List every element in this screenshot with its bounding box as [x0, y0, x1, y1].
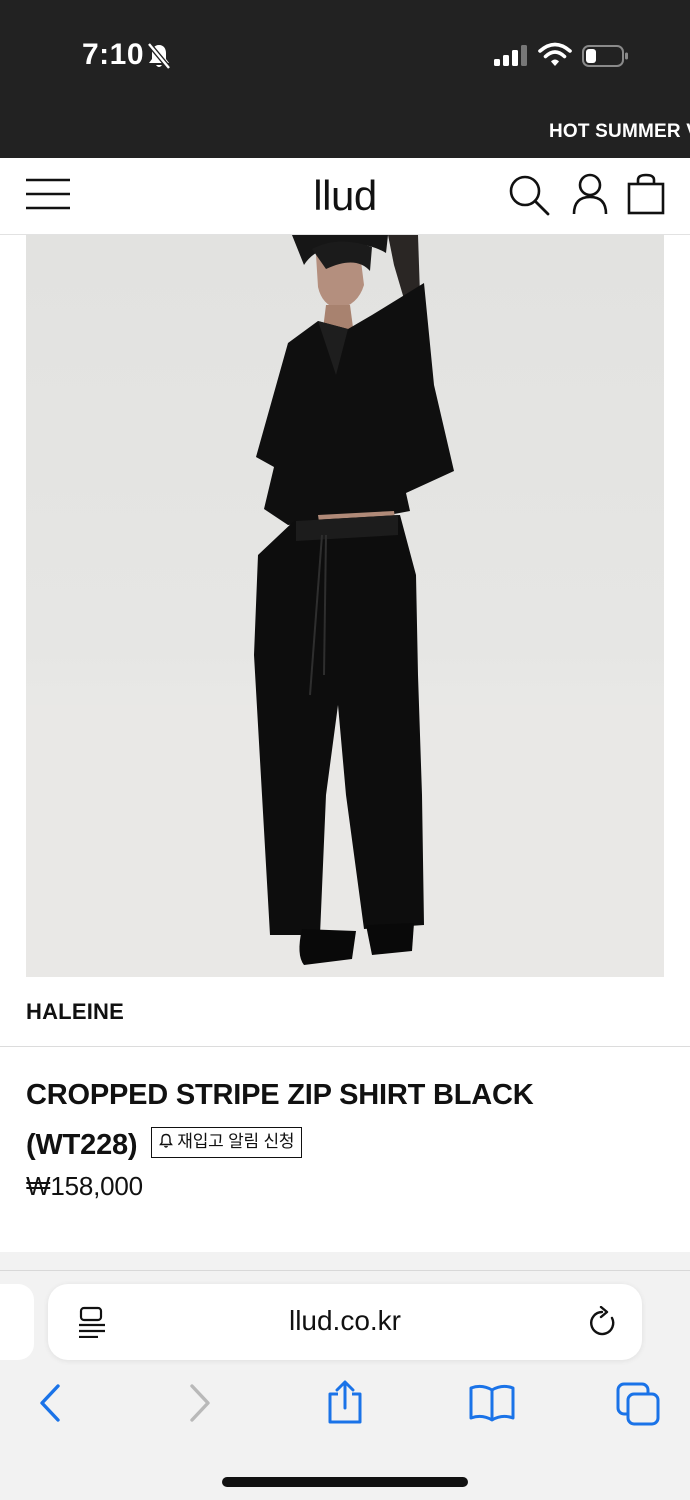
- forward-icon[interactable]: [186, 1380, 214, 1426]
- address-url[interactable]: llud.co.kr: [48, 1305, 642, 1337]
- bell-icon: [159, 1133, 174, 1148]
- reload-icon[interactable]: [588, 1306, 618, 1338]
- divider: [0, 1046, 690, 1047]
- browser-toolbar: llud.co.kr: [0, 1252, 690, 1500]
- promo-banner-text: HOT SUMMER V: [549, 121, 690, 142]
- bell-muted-icon: [147, 42, 171, 70]
- account-icon[interactable]: [571, 173, 609, 215]
- search-icon[interactable]: [508, 174, 550, 216]
- status-time: 7:10: [82, 38, 145, 71]
- back-icon[interactable]: [36, 1380, 64, 1426]
- site-header: llud: [0, 158, 690, 235]
- cellular-signal-icon: [494, 45, 527, 66]
- bookmarks-icon[interactable]: [468, 1380, 516, 1426]
- previous-tab-preview[interactable]: [0, 1284, 34, 1360]
- share-icon[interactable]: [326, 1380, 364, 1426]
- status-bar: 7:10: [0, 0, 690, 112]
- shopping-bag-icon[interactable]: [626, 173, 666, 215]
- divider: [0, 1270, 690, 1271]
- wifi-icon: [538, 42, 572, 66]
- restock-alert-button[interactable]: 재입고 알림 신청: [151, 1126, 303, 1158]
- product-image[interactable]: [26, 235, 664, 977]
- promo-banner[interactable]: HOT SUMMER V: [0, 112, 690, 158]
- model-figure: [26, 235, 664, 977]
- product-brand[interactable]: HALEINE: [26, 999, 124, 1025]
- address-bar[interactable]: llud.co.kr: [48, 1284, 642, 1360]
- product-title: CROPPED STRIPE ZIP SHIRT BLACK (WT228) 재…: [26, 1070, 626, 1170]
- product-price: ₩158,000: [26, 1171, 143, 1201]
- tabs-icon[interactable]: [616, 1380, 660, 1426]
- home-indicator[interactable]: [222, 1477, 468, 1487]
- restock-alert-label: 재입고 알림 신청: [177, 1131, 295, 1151]
- battery-icon: [582, 45, 628, 67]
